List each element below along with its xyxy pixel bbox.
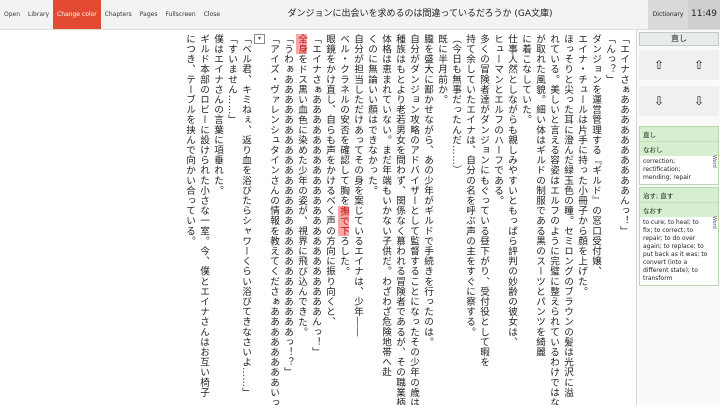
- text-line: 「うわぁああああああああああああああああああああああああああっ！？」: [282, 34, 293, 378]
- entry-headword: 治す; 直す: [640, 188, 718, 203]
- text-line: 仕事人然としながらも親しみやすいともっぱら評判の妙齢の彼女は、: [506, 34, 517, 348]
- menu-bar: Open Library Change color Chapters Pages…: [0, 0, 224, 29]
- menu-fullscreen[interactable]: Fullscreen: [161, 0, 199, 29]
- top-bar: Open Library Change color Chapters Pages…: [0, 0, 720, 30]
- scroll-up-left-arrow-icon[interactable]: ⇧: [639, 50, 679, 80]
- menu-pages[interactable]: Pages: [136, 0, 162, 29]
- text-line: れている。美しいと言える容姿はエルフのように完璧に整えられているわけではなく、ど…: [548, 34, 559, 405]
- scene-break-marker-icon: ▾: [254, 34, 265, 44]
- entry-tag: Word: [711, 216, 717, 229]
- text-line: 僕はエイナさんの言葉に項垂れた。: [212, 34, 223, 196]
- text-line: 自分が担当しただけあってその身を案じているエイナは、少年――: [352, 34, 363, 337]
- menu-change-color[interactable]: Change color: [53, 0, 101, 29]
- lookup-input[interactable]: 直し: [639, 32, 719, 46]
- dictionary-panel: 直し ⇧ ⇧ ⇩ ⇩ 直し なおし correction; rectificat…: [636, 30, 720, 405]
- text-line: くのに無論いい顔はできなかった。: [366, 34, 377, 196]
- text-line: 体格は恵まれていない。まだ年端もいかない子供だ。わざわざ危険地帯へ赴: [380, 34, 391, 378]
- text-line: ほっそりと尖った耳に澄んだ緑玉色の瞳。セミロングのブラウンの髪は光沢に溢: [562, 34, 573, 398]
- text-line: （今日も無事だったんだ……）: [450, 34, 461, 176]
- dictionary-button[interactable]: Dictionary: [648, 0, 688, 29]
- text-line: 持て余していたエイナは、自分の名を呼ぶ声の主をすぐに察する。: [464, 34, 475, 337]
- entry-tag: Word: [711, 155, 717, 168]
- text-line: 「エイナさぁああああああああああああああああああああああんっ！」: [310, 34, 321, 358]
- text-line: 「ベル君、キミねぇ、返り血を浴びたらシャワーくらい浴びてきなさいよ……」: [240, 34, 251, 398]
- text-line: 種族はもとより老若男女を問わず、関係なく慕われる冒険者であるが、その職業柄、: [394, 34, 405, 405]
- dictionary-entries: 直し なおし correction; rectification; mendin…: [639, 126, 719, 288]
- scroll-down-right-arrow-icon[interactable]: ⇩: [679, 86, 719, 116]
- entry-reading: なおす: [643, 207, 663, 215]
- text-line: ▾: [252, 34, 266, 398]
- highlighted-word[interactable]: 撫で下: [338, 205, 349, 237]
- text-line: ギルド本部のロビーに設けられた小さな一室。今、僕とエイナさんはお互い椅子: [198, 34, 209, 398]
- clock: 11:49: [688, 0, 720, 29]
- text-line: ベル・クラネルの安否を確認して胸を撫で下ろした。: [338, 34, 349, 277]
- dictionary-entry[interactable]: 直し なおし correction; rectification; mendin…: [639, 126, 719, 185]
- text-line: 自分がダンジョン攻略のアドバイザーとして監督することになったその少年の歳は十四。: [408, 34, 419, 405]
- text-line: 既に半月前か。: [436, 34, 447, 105]
- vertical-text: 「エイナさぁああああああああああんっ！」 「んっ？」 ダンジョンを運営管理する『ギル…: [182, 34, 630, 405]
- text-line: 「アイズ・ヴァレンシュタインさんの情報を教えてくださぁああああああああいっ！」: [268, 34, 279, 405]
- entry-definitions: correction; rectification; mending; repa…: [640, 156, 718, 184]
- text-line: 「すいません……」: [226, 34, 237, 125]
- text-line: 「んっ？」: [604, 34, 615, 85]
- text-line: ヒューマンとエルフのハーフである。: [492, 34, 503, 206]
- text-line: ダンジョンを運営管理する『ギルド』の窓口受付嬢、: [590, 34, 601, 277]
- text-line: に着こなしていた。: [520, 34, 531, 125]
- text-line: エイナ・チュールは片手に持った小冊子から顔を上げた。: [576, 34, 587, 297]
- entry-headword: 直し: [640, 127, 718, 142]
- menu-open[interactable]: Open: [0, 0, 24, 29]
- text-line: 「エイナさぁああああああああああんっ！」: [618, 34, 629, 236]
- menu-chapters[interactable]: Chapters: [101, 0, 136, 29]
- scroll-down-left-arrow-icon[interactable]: ⇩: [639, 86, 679, 116]
- entry-definitions: to cure; to heal; to fix; to correct; to…: [640, 217, 718, 285]
- text-line: 全身をドス黒い血色に染めた少年の姿が、視界に飛び込んできた。: [296, 34, 307, 338]
- reader-app: Open Library Change color Chapters Pages…: [0, 0, 720, 405]
- text-line: 多くの冒険者達がダンジョンにもぐっている昼下がり、受付役として暇を: [478, 34, 489, 368]
- document-title: ダンジョンに出会いを求めるのは間違っているだろうか (GA文庫): [287, 9, 553, 19]
- text-line: につき、テーブルを挟んで向かい合っている。: [184, 34, 195, 247]
- text-line: 眼鏡をかけ直し、自らも声をかけるべく声の方向に振り向くと、: [324, 34, 335, 327]
- text-line: 朧を盛大に鄙かせながら、あの少年がギルドで手続きを行ったのは。: [422, 34, 433, 348]
- dictionary-entry[interactable]: 治す; 直す なおす to cure; to heal; to fix; to …: [639, 187, 719, 286]
- menu-library[interactable]: Library: [24, 0, 53, 29]
- highlighted-word[interactable]: 全身: [296, 34, 307, 55]
- entry-reading: なおし: [643, 146, 663, 154]
- text-line: が取れた風貌。細い体はギルドの制服である黒のスーツとパンツを綺麗: [534, 34, 545, 358]
- scroll-up-right-arrow-icon[interactable]: ⇧: [679, 50, 719, 80]
- reading-area[interactable]: 「エイナさぁああああああああああんっ！」 「んっ？」 ダンジョンを運営管理する『ギル…: [0, 30, 636, 405]
